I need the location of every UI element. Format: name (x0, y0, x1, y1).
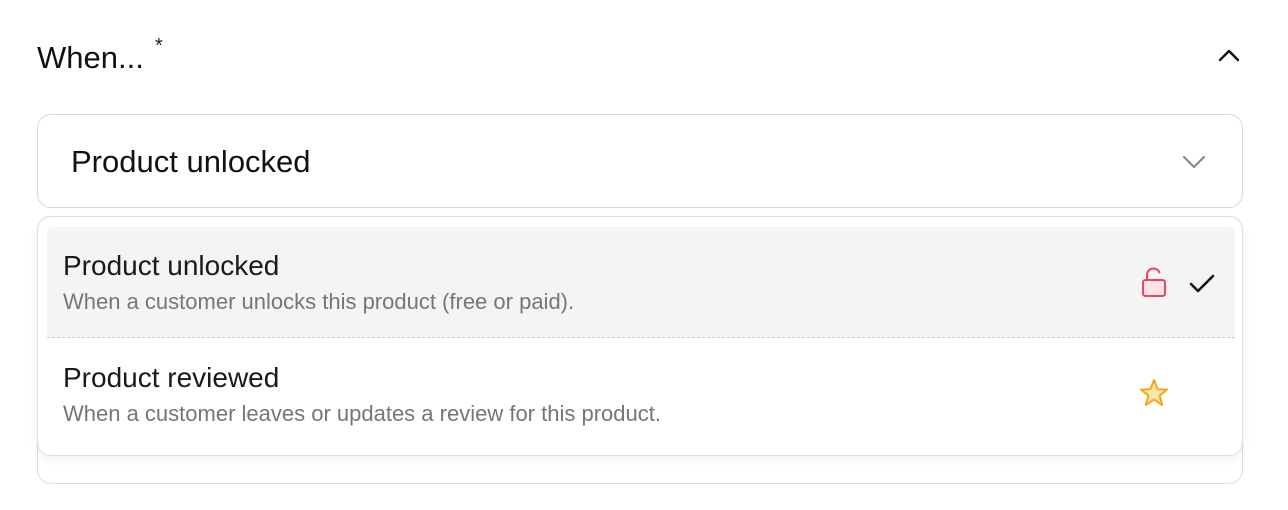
section-header: When... * (37, 36, 1243, 80)
trigger-select[interactable]: Product unlocked (37, 114, 1243, 208)
option-description: When a customer leaves or updates a revi… (63, 401, 661, 426)
collapse-button[interactable] (1215, 42, 1243, 70)
chevron-down-icon (1182, 155, 1206, 169)
required-marker: * (155, 35, 163, 57)
option-product-unlocked[interactable]: Product unlocked When a customer unlocks… (47, 227, 1235, 338)
section-title: When... (37, 40, 144, 75)
select-value: Product unlocked (71, 144, 311, 179)
star-icon (1140, 379, 1168, 406)
option-title: Product reviewed (63, 362, 280, 393)
unlock-icon (1142, 267, 1166, 297)
dropdown-menu: Product unlocked When a customer unlocks… (37, 216, 1243, 456)
check-icon (1189, 274, 1215, 293)
option-product-reviewed[interactable]: Product reviewed When a customer leaves … (47, 339, 1235, 449)
option-description: When a customer unlocks this product (fr… (63, 289, 575, 314)
chevron-up-icon (1218, 49, 1240, 62)
option-title: Product unlocked (63, 250, 280, 281)
